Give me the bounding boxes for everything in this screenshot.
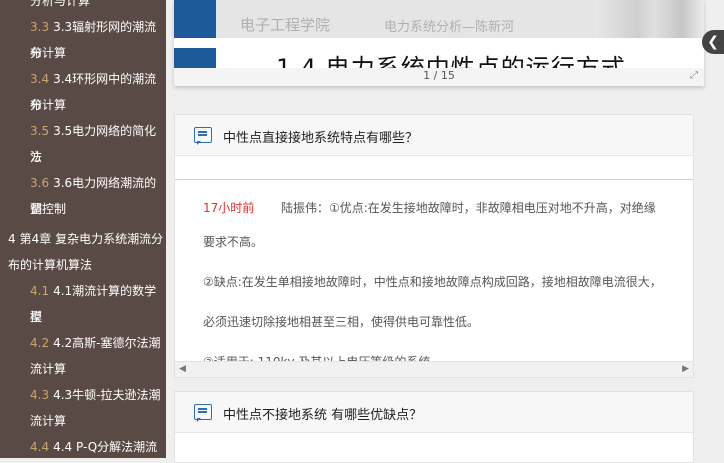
- toc-label: 布的计算机算法: [8, 258, 93, 272]
- toc-label: 分析与计算: [30, 0, 91, 8]
- toc-num: 4.1: [30, 284, 50, 298]
- answer-text: 必须迅速切除接地相甚至三相，使得供电可靠性低。: [203, 315, 480, 329]
- toc-item[interactable]: 布计算: [30, 92, 166, 118]
- toc-num: 4.2: [30, 336, 50, 350]
- slide-header-image: [594, 0, 704, 38]
- toc-item[interactable]: 4.44.4 P-Q分解法潮流计: [30, 434, 166, 458]
- toc-sidebar: 分析与计算 3.3 3.3辐射形网的潮流分 布计算 3.4 3.4环形网中的潮流分 …: [0, 0, 166, 458]
- toc-num: 4: [8, 232, 16, 246]
- toc-item[interactable]: 4.3 4.3牛顿-拉夫逊法潮: [30, 382, 166, 408]
- answer-text: 要求不高。: [203, 235, 264, 249]
- toc-chapter[interactable]: 4 第4章 复杂电力系统潮流分: [8, 226, 166, 252]
- toc-item[interactable]: 整控制: [30, 196, 166, 222]
- toc-num: 4.3: [30, 388, 50, 402]
- qa-card: 中性点直接接地系统特点有哪些？ 17小时前 陆振伟：①优点:在发生接地故障时，非…: [174, 114, 694, 378]
- comment-icon: [194, 404, 212, 422]
- qa-card: 中性点不接地系统 有哪些优缺点？: [174, 391, 694, 463]
- answer-time: 17小时前: [203, 201, 255, 215]
- toc-item[interactable]: 4.2 4.2高斯-塞德尔法潮: [30, 330, 166, 356]
- toc-num: 3.3: [30, 20, 50, 34]
- slide-school-name: 电子工程学院: [240, 16, 331, 34]
- slide-logo-block: [174, 0, 216, 38]
- toc-label: 第4章 复杂电力系统潮流分: [19, 232, 164, 246]
- toc-label: 整控制: [30, 202, 67, 216]
- answer-row: 17小时前 陆振伟：①优点:在发生接地故障时，非故障相电压对地不升高，对绝缘: [175, 193, 693, 223]
- divider: [175, 179, 693, 180]
- slide-accent-block: [174, 48, 216, 68]
- qa-header[interactable]: 中性点直接接地系统特点有哪些？: [175, 115, 693, 156]
- toc-label: 4.4 P-Q分解法潮流计: [53, 440, 158, 454]
- scroll-left-icon[interactable]: ◀: [179, 364, 186, 374]
- horizontal-scrollbar[interactable]: ◀ ▶: [175, 361, 693, 377]
- toc-label: 型: [30, 310, 43, 324]
- question-title: 中性点不接地系统 有哪些优缺点？: [223, 408, 423, 423]
- toc-item[interactable]: 流计算: [30, 356, 166, 382]
- toc-item[interactable]: 法: [30, 144, 166, 170]
- toc-label: 布计算: [30, 98, 67, 112]
- toc-chapter[interactable]: 布的计算机算法: [8, 252, 166, 278]
- toc-item[interactable]: 分析与计算: [30, 0, 166, 14]
- question-title: 中性点直接接地系统特点有哪些？: [223, 131, 419, 146]
- comment-icon: [194, 127, 212, 145]
- toc-item[interactable]: 型: [30, 304, 166, 330]
- toc-num: 4.4: [30, 440, 50, 454]
- answer-text: 陆振伟：①优点:在发生接地故障时，非故障相电压对地不升高，对绝缘: [281, 201, 656, 215]
- slide-viewer[interactable]: 电子工程学院 电力系统分析—陈新河 1.4 电力系统中性点的运行方式 1 / 1…: [174, 0, 704, 86]
- toc-label: 4.2高斯-塞德尔法潮: [53, 336, 161, 350]
- slide-body: 1.4 电力系统中性点的运行方式: [174, 44, 704, 68]
- toc-num: 3.5: [30, 124, 50, 138]
- scroll-right-icon[interactable]: ▶: [682, 364, 689, 374]
- toc-item[interactable]: 布计算: [30, 40, 166, 66]
- toc-label: 4.3牛顿-拉夫逊法潮: [53, 388, 161, 402]
- toc-label: 流计算: [30, 362, 67, 376]
- next-page-arrow-icon[interactable]: ❮: [702, 30, 724, 54]
- toc-item[interactable]: 流计算: [30, 408, 166, 434]
- page-indicator: 1 / 15: [174, 68, 704, 86]
- toc-num: 3.4: [30, 72, 50, 86]
- fullscreen-icon[interactable]: ⤢: [690, 70, 698, 81]
- slide-header-banner: 电子工程学院 电力系统分析—陈新河: [174, 0, 704, 38]
- toc-label: 法: [30, 150, 43, 164]
- qa-header[interactable]: 中性点不接地系统 有哪些优缺点？: [175, 392, 693, 433]
- main-content: 电子工程学院 电力系统分析—陈新河 1.4 电力系统中性点的运行方式 1 / 1…: [166, 0, 724, 463]
- slide-course-name: 电力系统分析—陈新河: [384, 20, 515, 35]
- toc-num: 3.6: [30, 176, 50, 190]
- toc-label: 布计算: [30, 46, 67, 60]
- answer-text: ②缺点:在发生单相接地故障时，中性点和接地故障点构成回路，接地相故障电流很大，: [203, 275, 662, 289]
- toc-label: 流计算: [30, 414, 67, 428]
- slide-title: 1.4 电力系统中性点的运行方式: [276, 54, 626, 68]
